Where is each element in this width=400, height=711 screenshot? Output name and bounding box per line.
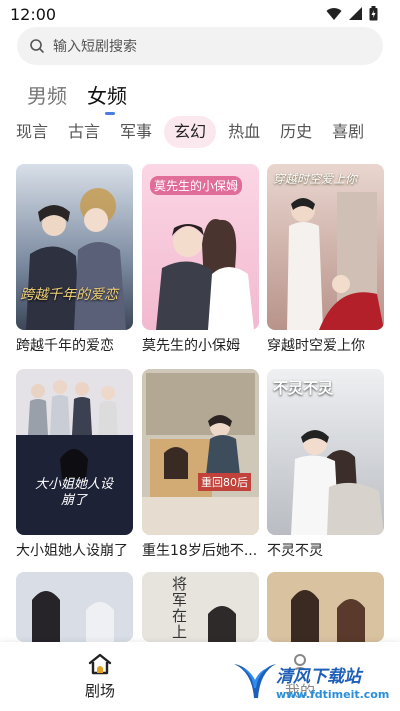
drama-card[interactable]: 重回80后 重生18岁后她不... <box>142 369 259 560</box>
wifi-icon <box>326 7 342 20</box>
drama-poster: 重回80后 <box>142 369 259 535</box>
genre-tabs: 现言 古言 军事 玄幻 热血 历史 喜剧 <box>0 116 400 148</box>
watermark-logo-icon <box>234 664 276 698</box>
drama-card[interactable]: 将军在上 <box>142 572 259 642</box>
drama-poster <box>267 572 384 642</box>
tab-male[interactable]: 男频 <box>27 80 67 109</box>
status-bar: 12:00 <box>0 0 400 28</box>
genre-tab-comedy[interactable]: 喜剧 <box>332 116 364 148</box>
drama-title: 莫先生的小保姆 <box>142 338 240 354</box>
drama-poster: 跨越千年的爱恋 <box>16 164 133 330</box>
genre-tab-fantasy[interactable]: 玄幻 <box>164 116 217 148</box>
drama-title: 穿越时空爱上你 <box>267 338 365 354</box>
watermark-url: www.fdtimeit.com <box>276 688 390 701</box>
status-icons <box>326 6 378 21</box>
home-icon <box>88 653 112 675</box>
watermark-title: 清风下载站 <box>276 667 361 687</box>
poster-title-text: 将军在上 <box>172 575 188 641</box>
poster-title-text: 大小姐她人设崩了 <box>34 477 113 508</box>
drama-poster: 大小姐她人设崩了 <box>16 369 133 535</box>
poster-title-text: 穿越时空爱上你 <box>273 172 358 186</box>
drama-poster: 莫先生的小保姆 <box>142 164 259 330</box>
tab-female[interactable]: 女频 <box>87 80 127 115</box>
drama-title: 重生18岁后她不... <box>142 543 258 559</box>
nav-theater[interactable]: 剧场 <box>70 652 130 701</box>
signal-icon <box>349 7 362 20</box>
battery-icon <box>369 6 378 21</box>
poster-title-text: 跨越千年的爱恋 <box>20 287 118 303</box>
poster-title-text: 莫先生的小保姆 <box>150 176 243 195</box>
gender-tabs: 男频 女频 <box>27 80 127 115</box>
drama-title: 大小姐她人设崩了 <box>16 543 128 559</box>
drama-title: 跨越千年的爱恋 <box>16 338 114 354</box>
status-time: 12:00 <box>10 5 57 24</box>
drama-poster: 不灵不灵 <box>267 369 384 535</box>
genre-tab-action[interactable]: 热血 <box>228 116 260 148</box>
drama-card[interactable]: 跨越千年的爱恋 跨越千年的爱恋 <box>16 164 133 355</box>
genre-tab-modern-romance[interactable]: 现言 <box>16 116 48 148</box>
drama-card[interactable] <box>267 572 384 642</box>
search-icon <box>30 39 44 53</box>
drama-card[interactable] <box>16 572 133 642</box>
poster-title-text: 重回80后 <box>198 473 251 491</box>
drama-poster: 将军在上 <box>142 572 259 642</box>
drama-card[interactable]: 莫先生的小保姆 莫先生的小保姆 <box>142 164 259 355</box>
drama-card[interactable]: 不灵不灵 不灵不灵 <box>267 369 384 560</box>
poster-title-text: 不灵不灵 <box>273 379 334 397</box>
drama-title: 不灵不灵 <box>267 543 323 559</box>
genre-tab-history[interactable]: 历史 <box>280 116 312 148</box>
search-placeholder: 输入短剧搜索 <box>53 39 137 55</box>
drama-poster: 穿越时空爱上你 <box>267 164 384 330</box>
genre-tab-military[interactable]: 军事 <box>120 116 152 148</box>
search-bar[interactable]: 输入短剧搜索 <box>17 27 383 65</box>
drama-card[interactable]: 穿越时空爱上你 穿越时空爱上你 <box>267 164 384 355</box>
drama-poster <box>16 572 133 642</box>
nav-theater-label: 剧场 <box>84 682 115 700</box>
genre-tab-ancient-romance[interactable]: 古言 <box>68 116 100 148</box>
drama-card[interactable]: 大小姐她人设崩了 大小姐她人设崩了 <box>16 369 133 560</box>
watermark: 清风下载站 www.fdtimeit.com <box>232 656 389 708</box>
